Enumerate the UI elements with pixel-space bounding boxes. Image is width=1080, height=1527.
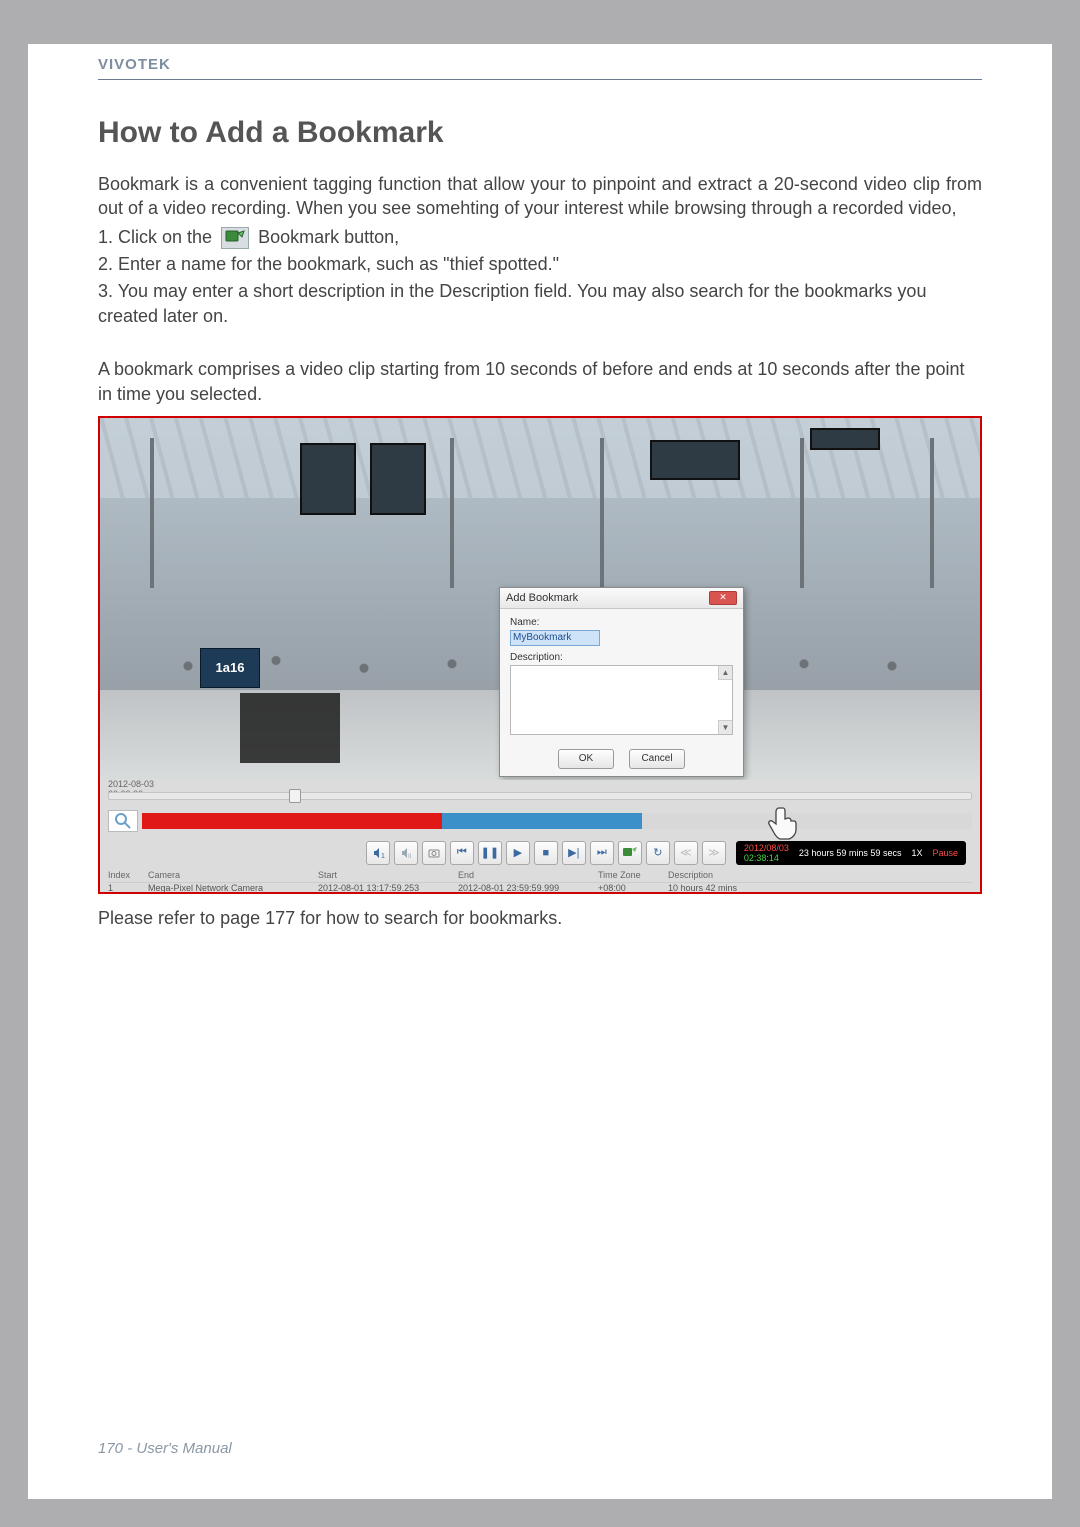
close-button[interactable]: ✕ bbox=[709, 591, 737, 605]
gate-sign-text: 1a16 bbox=[216, 660, 245, 675]
info-panel-decor bbox=[240, 693, 340, 763]
footnote: Please refer to page 177 for how to sear… bbox=[98, 908, 982, 929]
video-frame: 1a16 Add Bookmark ✕ Name: Description: ▲ bbox=[100, 418, 980, 780]
table-header: Index Camera Start End Time Zone Descrip… bbox=[108, 870, 972, 883]
td-description: 10 hours 42 mins bbox=[668, 883, 972, 893]
td-end: 2012-08-01 23:59:59.999 bbox=[458, 883, 598, 893]
header-rule bbox=[98, 79, 982, 80]
hand-cursor-icon bbox=[765, 802, 805, 842]
scroll-down-icon[interactable]: ▼ bbox=[718, 720, 732, 734]
recording-segment-blue[interactable] bbox=[442, 813, 642, 829]
timeline-knob[interactable] bbox=[289, 789, 301, 803]
intro-paragraph: Bookmark is a convenient tagging functio… bbox=[98, 172, 982, 221]
page-frame-top bbox=[0, 0, 1080, 44]
snapshot-icon[interactable] bbox=[422, 841, 446, 865]
zoom-tool-icon[interactable] bbox=[108, 810, 138, 832]
playback-controls: 1 II ⏮ ❚❚ ▶ ■ ▶| ⏭ ↻ ≪ ≫ bbox=[108, 838, 972, 868]
step-2: 2. Enter a name for the bookmark, such a… bbox=[98, 252, 982, 277]
poster-decor bbox=[300, 443, 356, 515]
skip-end-icon[interactable]: ⏭ bbox=[590, 841, 614, 865]
description-label: Description: bbox=[510, 652, 733, 663]
pillar-decor bbox=[800, 438, 804, 588]
step-3: 3. You may enter a short description in … bbox=[98, 279, 982, 329]
after-steps-paragraph: A bookmark comprises a video clip starti… bbox=[98, 357, 982, 406]
recording-segment-empty bbox=[642, 813, 972, 829]
bookmark-button[interactable] bbox=[618, 841, 642, 865]
content: How to Add a Bookmark Bookmark is a conv… bbox=[28, 86, 1052, 929]
skip-start-icon[interactable]: ⏮ bbox=[450, 841, 474, 865]
add-bookmark-dialog: Add Bookmark ✕ Name: Description: ▲ ▼ OK bbox=[499, 587, 744, 777]
page-frame-right bbox=[1052, 0, 1080, 1527]
table-row[interactable]: 1 Mega-Pixel Network Camera 2012-08-01 1… bbox=[108, 883, 972, 893]
loop-icon[interactable]: ↻ bbox=[646, 841, 670, 865]
timeline-track[interactable] bbox=[108, 792, 972, 800]
th-timezone: Time Zone bbox=[598, 870, 668, 880]
clip-table: Index Camera Start End Time Zone Descrip… bbox=[108, 870, 972, 893]
poster-decor bbox=[650, 440, 740, 480]
th-index: Index bbox=[108, 870, 148, 880]
th-camera: Camera bbox=[148, 870, 318, 880]
svg-text:1: 1 bbox=[381, 853, 385, 860]
osd-elapsed: 02:38:14 bbox=[744, 853, 779, 863]
page-header: VIVOTEK bbox=[28, 44, 1052, 86]
pillar-decor bbox=[450, 438, 454, 588]
td-camera: Mega-Pixel Network Camera bbox=[148, 883, 318, 893]
steps-block: 1. Click on the Bookmark button, 2. Ente… bbox=[98, 225, 982, 330]
pause-icon[interactable]: ❚❚ bbox=[478, 841, 502, 865]
description-input[interactable]: ▲ ▼ bbox=[510, 665, 733, 735]
name-label: Name: bbox=[510, 617, 733, 628]
gate-sign: 1a16 bbox=[200, 648, 260, 688]
osd-state: Pause bbox=[932, 848, 958, 858]
brand-label: VIVOTEK bbox=[98, 56, 982, 73]
stop-icon[interactable]: ■ bbox=[534, 841, 558, 865]
step-1a-text: 1. Click on the bbox=[98, 227, 212, 247]
ok-button[interactable]: OK bbox=[558, 749, 614, 769]
pillar-decor bbox=[930, 438, 934, 588]
step-1b-text: Bookmark button, bbox=[258, 227, 399, 247]
pillar-decor bbox=[600, 438, 604, 588]
osd-date: 2012/08/03 bbox=[744, 843, 789, 853]
osd-duration: 23 hours 59 mins 59 secs bbox=[799, 848, 902, 858]
dialog-title-text: Add Bookmark bbox=[506, 592, 578, 604]
slower-icon[interactable]: ≪ bbox=[674, 841, 698, 865]
page: VIVOTEK How to Add a Bookmark Bookmark i… bbox=[28, 44, 1052, 1499]
svg-text:II: II bbox=[408, 854, 412, 860]
dialog-body: Name: Description: ▲ ▼ bbox=[500, 609, 743, 741]
recording-bar bbox=[108, 810, 972, 832]
volume-1-icon[interactable]: 1 bbox=[366, 841, 390, 865]
next-frame-icon[interactable]: ▶| bbox=[562, 841, 586, 865]
osd-panel: 2012/08/0302:38:14 23 hours 59 mins 59 s… bbox=[736, 841, 966, 865]
th-end: End bbox=[458, 870, 598, 880]
pillar-decor bbox=[150, 438, 154, 588]
th-description: Description bbox=[668, 870, 972, 880]
faster-icon[interactable]: ≫ bbox=[702, 841, 726, 865]
poster-decor bbox=[810, 428, 880, 450]
page-frame-bottom bbox=[0, 1499, 1080, 1527]
dialog-titlebar: Add Bookmark ✕ bbox=[500, 588, 743, 609]
app-screenshot: 1a16 Add Bookmark ✕ Name: Description: ▲ bbox=[98, 416, 982, 894]
cancel-button[interactable]: Cancel bbox=[629, 749, 685, 769]
scroll-up-icon[interactable]: ▲ bbox=[718, 666, 732, 680]
volume-all-icon[interactable]: II bbox=[394, 841, 418, 865]
td-start: 2012-08-01 13:17:59.253 bbox=[318, 883, 458, 893]
th-start: Start bbox=[318, 870, 458, 880]
step-1: 1. Click on the Bookmark button, bbox=[98, 225, 982, 250]
footer-text: 170 - User's Manual bbox=[98, 1440, 232, 1457]
name-input[interactable] bbox=[510, 630, 600, 646]
dialog-buttons: OK Cancel bbox=[500, 741, 743, 777]
page-title: How to Add a Bookmark bbox=[98, 116, 982, 150]
osd-speed: 1X bbox=[911, 848, 922, 858]
recording-segment-red[interactable] bbox=[142, 813, 442, 829]
td-index: 1 bbox=[108, 883, 148, 893]
td-timezone: +08:00 bbox=[598, 883, 668, 893]
page-footer: 170 - User's Manual bbox=[28, 1440, 1052, 1457]
poster-decor bbox=[370, 443, 426, 515]
bookmark-icon bbox=[221, 227, 249, 249]
play-icon[interactable]: ▶ bbox=[506, 841, 530, 865]
page-frame-left bbox=[0, 0, 28, 1527]
